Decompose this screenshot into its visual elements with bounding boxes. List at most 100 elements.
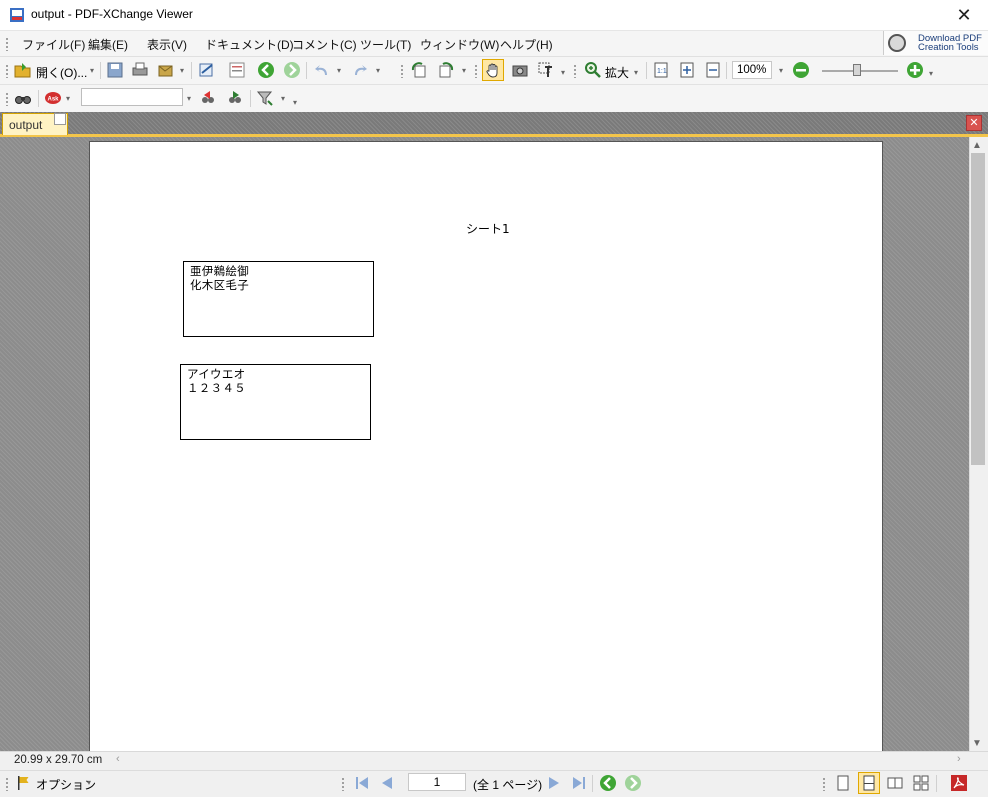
properties-icon[interactable]: [228, 61, 246, 79]
toolbar-grip[interactable]: [5, 64, 9, 78]
rotate-dropdown-arrow[interactable]: ▾: [462, 66, 468, 75]
open-folder-icon[interactable]: [14, 61, 32, 79]
snapshot-camera-icon[interactable]: [511, 61, 529, 79]
actual-size-icon[interactable]: 1:1: [652, 61, 670, 79]
select-text-icon[interactable]: [537, 61, 555, 79]
sheet-title: シート1: [466, 222, 510, 236]
fit-width-icon[interactable]: [704, 61, 722, 79]
menu-grip[interactable]: [5, 37, 9, 51]
scroll-up-arrow[interactable]: ▲: [972, 140, 982, 151]
hand-tool-button[interactable]: [482, 59, 504, 81]
toolbar-grip[interactable]: [400, 64, 404, 78]
zoom-in-label[interactable]: 拡大: [605, 64, 629, 81]
undo-icon[interactable]: [313, 61, 331, 79]
single-page-view-icon[interactable]: [835, 775, 851, 791]
menu-file[interactable]: ファイル(F): [22, 36, 85, 53]
search-input[interactable]: [81, 88, 183, 106]
page-count-label: (全 1 ページ): [473, 778, 543, 792]
close-document-button[interactable]: ✕: [966, 115, 982, 131]
previous-page-icon[interactable]: [379, 775, 395, 791]
menu-tools[interactable]: ツール(T): [360, 36, 411, 53]
print-icon[interactable]: [131, 61, 149, 79]
redo-icon[interactable]: [351, 61, 369, 79]
save-icon[interactable]: [106, 61, 124, 79]
horizontal-scrollbar[interactable]: [0, 751, 988, 771]
app-icon: [10, 8, 24, 22]
facing-pages-icon[interactable]: [887, 775, 903, 791]
back-icon[interactable]: [257, 61, 275, 79]
scan-icon[interactable]: [198, 61, 216, 79]
open-button-label[interactable]: 開く(O)...: [36, 64, 87, 81]
toolbar-options-arrow[interactable]: ▾: [293, 98, 299, 107]
rotate-right-icon[interactable]: [437, 61, 455, 79]
options-dropdown-arrow[interactable]: ▾: [87, 778, 93, 787]
toolbar-grip[interactable]: [5, 92, 9, 106]
status-bar: オプション ▾ (全 1 ページ): [0, 770, 988, 797]
fit-page-icon[interactable]: [678, 61, 696, 79]
email-dropdown-arrow[interactable]: ▾: [180, 66, 186, 75]
search-dropdown-arrow[interactable]: ▾: [187, 94, 193, 103]
menu-edit[interactable]: 編集(E): [88, 36, 128, 53]
status-grip[interactable]: [5, 777, 9, 791]
find-next-icon[interactable]: [226, 89, 244, 107]
last-page-icon[interactable]: [571, 775, 587, 791]
rotate-left-icon[interactable]: [410, 61, 428, 79]
find-previous-icon[interactable]: [199, 89, 217, 107]
separator: [306, 62, 307, 79]
scroll-right-arrow[interactable]: ›: [957, 753, 961, 765]
title-bar: output - PDF-XChange Viewer ✕: [0, 0, 988, 31]
close-window-button[interactable]: ✕: [952, 3, 976, 27]
toolbar-grip[interactable]: [573, 64, 577, 78]
toolbar-grip[interactable]: [474, 64, 478, 78]
continuous-view-button[interactable]: [858, 772, 880, 794]
redo-dropdown-arrow[interactable]: ▾: [376, 66, 382, 75]
undo-dropdown-arrow[interactable]: ▾: [337, 66, 343, 75]
separator: [936, 775, 937, 792]
filter-dropdown-arrow[interactable]: ▾: [281, 94, 287, 103]
highlight-filter-icon[interactable]: [256, 89, 274, 107]
document-tab-strip: [0, 112, 988, 137]
zoom-out-icon[interactable]: [792, 61, 810, 79]
zoom-tool-dropdown-arrow[interactable]: ▾: [634, 68, 640, 77]
menu-bar: ファイル(F) 編集(E) 表示(V) ドキュメント(D) コメント(C) ツー…: [0, 31, 988, 57]
svg-text:Ask: Ask: [48, 97, 60, 103]
open-dropdown-arrow[interactable]: ▾: [90, 66, 96, 75]
zoom-slider-thumb[interactable]: [853, 64, 861, 76]
status-grip[interactable]: [822, 777, 826, 791]
vertical-scroll-thumb[interactable]: [971, 153, 985, 465]
menu-comment[interactable]: コメント(C): [292, 36, 357, 53]
continuous-view-icon: [863, 775, 875, 791]
menu-view[interactable]: 表示(V): [147, 36, 187, 53]
next-page-icon[interactable]: [546, 775, 562, 791]
ask-dropdown-arrow[interactable]: ▾: [66, 94, 72, 103]
text-box-2-line-2: １２３４５: [187, 381, 246, 395]
toolbar-options-arrow[interactable]: ▾: [929, 69, 935, 78]
scroll-down-arrow[interactable]: ▼: [972, 738, 982, 749]
download-promo-button[interactable]: Download PDF Creation Tools: [883, 31, 988, 55]
continuous-facing-icon[interactable]: [913, 775, 929, 791]
text-box-2: アイウエオ １２３４５: [180, 364, 371, 440]
scroll-left-arrow[interactable]: ‹: [116, 753, 120, 765]
tab-label: output: [9, 118, 43, 132]
zoom-in-magnifier-icon[interactable]: [584, 61, 602, 79]
first-page-icon[interactable]: [354, 775, 370, 791]
pdf-logo-icon[interactable]: [950, 774, 968, 792]
select-dropdown-arrow[interactable]: ▾: [561, 68, 567, 77]
find-binoculars-icon[interactable]: [14, 89, 32, 107]
email-icon[interactable]: [157, 61, 175, 79]
zoom-in-icon[interactable]: [906, 61, 924, 79]
flag-icon[interactable]: [16, 775, 32, 791]
tab-output[interactable]: output: [2, 113, 68, 135]
menu-window[interactable]: ウィンドウ(W): [420, 36, 499, 53]
forward-icon[interactable]: [283, 61, 301, 79]
zoom-level-field[interactable]: 100%: [732, 61, 772, 79]
ask-logo-icon[interactable]: Ask: [44, 89, 62, 107]
back-view-icon[interactable]: [599, 774, 617, 792]
page-number-field[interactable]: 1: [408, 773, 466, 791]
menu-help[interactable]: ヘルプ(H): [500, 36, 553, 53]
zoom-value-dropdown-arrow[interactable]: ▾: [779, 66, 785, 75]
status-grip[interactable]: [341, 777, 345, 791]
promo-text: Download PDF Creation Tools: [918, 34, 982, 53]
forward-view-icon[interactable]: [624, 774, 642, 792]
menu-document[interactable]: ドキュメント(D): [205, 36, 294, 53]
